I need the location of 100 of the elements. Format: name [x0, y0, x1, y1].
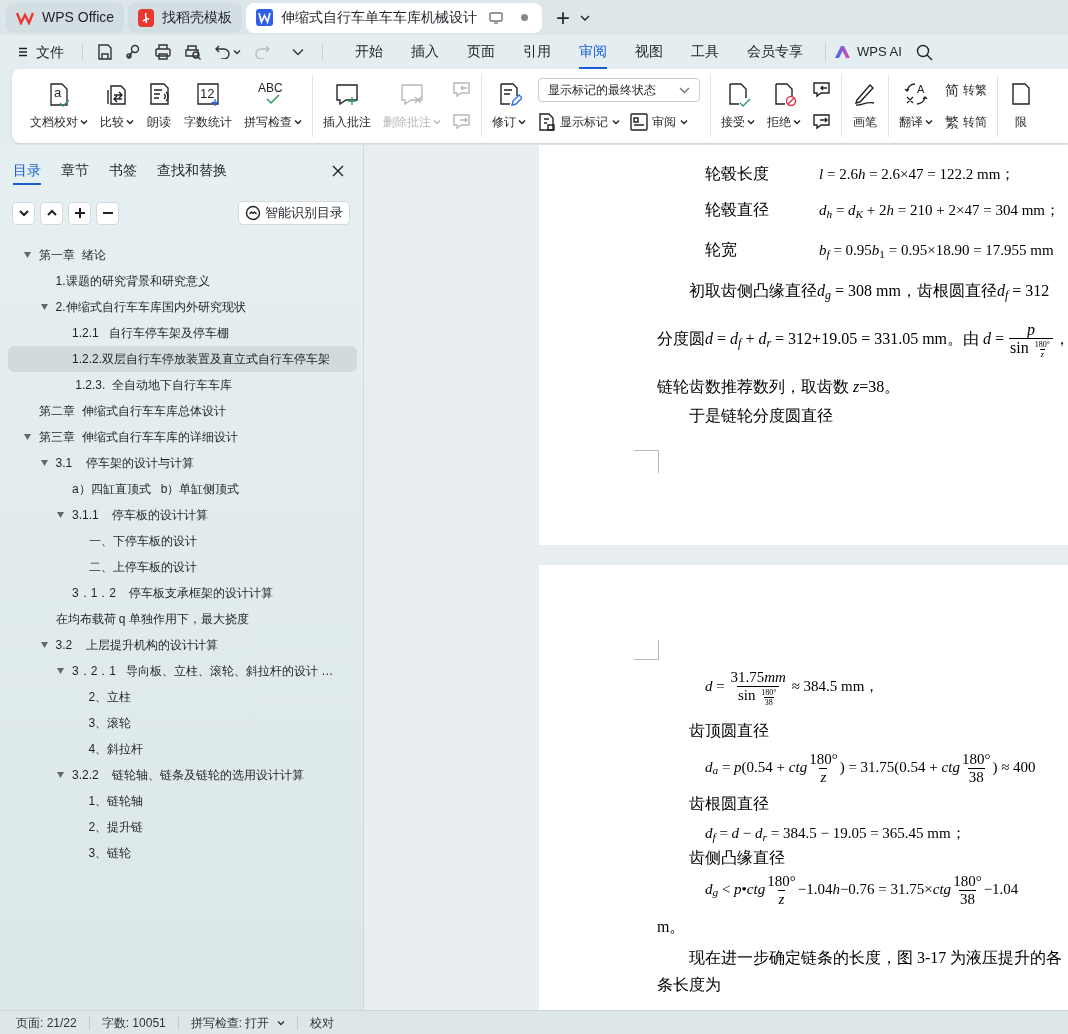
outline-item[interactable]: 1、链轮轴 [8, 788, 357, 814]
paragraph: m。 [657, 917, 686, 937]
outline-item[interactable]: 一、下停车板的设计 [8, 528, 357, 554]
outline-item[interactable]: 3.2 上层提升机构的设计计算 [8, 632, 357, 658]
ribbon-button[interactable]: 12 字数统计 [180, 69, 236, 143]
outline-item[interactable]: 在均布载荷 q 单独作用下，最大挠度 [8, 606, 357, 632]
undo-icon[interactable] [215, 45, 230, 59]
outline-item[interactable]: 3.1 停车架的设计与计算 [8, 450, 357, 476]
expanded-triangle-icon [56, 771, 65, 779]
outline-item[interactable]: 1.2.1 自行车停车架及停车棚 [8, 320, 357, 346]
ai-button[interactable]: WPS AI [834, 42, 902, 62]
status-text: 校对 [309, 1014, 336, 1032]
close-icon[interactable] [332, 165, 344, 177]
ribbon-button[interactable]: ABC 拼写检查 [240, 69, 306, 143]
outline-item[interactable]: a）四缸直顶式 b）单缸侧顶式 [8, 476, 357, 502]
ribbon-button[interactable]: 比较 [96, 69, 138, 143]
print-preview-icon[interactable] [185, 44, 201, 60]
outline-item[interactable]: 1.课题的研究背景和研究意义 [8, 268, 357, 294]
outline-item[interactable]: 3.2.2 链轮轴、链条及链轮的选用设计计算 [8, 762, 357, 788]
formula-label: 轮宽 [705, 240, 738, 260]
save-icon[interactable] [97, 44, 112, 60]
ribbon-tab[interactable]: 工具 [691, 35, 719, 69]
ribbon-button[interactable]: 画笔 [848, 69, 882, 143]
caret-icon [680, 119, 688, 125]
outline-item[interactable]: 二、上停车板的设计 [8, 554, 357, 580]
expanded-triangle-icon [39, 303, 49, 311]
ribbon-button[interactable]: 朗读 [142, 69, 176, 143]
document-logo-icon [256, 9, 274, 26]
outline-tool-button[interactable] [12, 201, 35, 225]
ribbon-button[interactable]: 接受 [717, 69, 759, 143]
app-tab[interactable]: 伸缩式自行车单车车库机械设计 [246, 2, 543, 33]
ribbon-button[interactable]: a 文档校对 [26, 69, 92, 143]
outline-item[interactable]: 3.1.1 停车板的设计计算 [8, 502, 357, 528]
comment-arrow-left-icon[interactable] [813, 81, 831, 99]
app-tab[interactable]: WPS Office [6, 2, 125, 33]
outline-tool-button[interactable] [40, 201, 63, 225]
ribbon-tab[interactable]: 页面 [467, 35, 495, 69]
caret-icon [793, 119, 801, 125]
caret-icon [294, 119, 302, 125]
file-menu-button[interactable]: 文件 [18, 41, 64, 63]
caret-icon [433, 119, 441, 125]
chevron-down-icon[interactable] [292, 48, 304, 56]
outline-item[interactable]: 3、滚轮 [8, 710, 357, 736]
paragraph: 于是链轮分度圆直径 [689, 406, 833, 426]
panel-tab[interactable]: 查找和替换 [157, 157, 227, 185]
outline-item[interactable]: 4、斜拉杆 [8, 736, 357, 762]
outline-item[interactable]: 第二章 伸缩式自行车车库总体设计 [8, 398, 357, 424]
menu-icon [18, 47, 28, 57]
ribbon-tab[interactable]: 引用 [523, 35, 551, 69]
ribbon-button[interactable]: 限 [1004, 69, 1038, 143]
paragraph: 初取齿侧凸缘直径d$_{g}$ = 308 mm，齿根圆直径d$_{f}$ = 312 [689, 281, 1050, 303]
chevron-down-icon[interactable] [580, 13, 591, 22]
expanded-triangle-icon [39, 641, 49, 649]
ribbon-button[interactable]: 繁 转简 [945, 110, 987, 134]
ribbon-button[interactable]: 审阅 [630, 110, 688, 134]
paragraph: 齿顶圆直径 [689, 721, 769, 741]
panel-tab[interactable]: 书签 [109, 157, 137, 185]
outline-item[interactable]: 第一章 绪论 [8, 242, 357, 268]
outline-item[interactable]: 3．1．2 停车板支承框架的设计计算 [8, 580, 357, 606]
expanded-triangle-icon [56, 511, 65, 519]
panel-tab[interactable]: 目录 [13, 157, 41, 185]
ribbon-button[interactable]: 拒绝 [763, 69, 805, 143]
ai-logo-icon [834, 45, 852, 59]
ribbon-tab[interactable]: 会员专享 [747, 35, 803, 69]
outline-tool-button[interactable] [68, 201, 91, 225]
outline-item[interactable]: 2、提升链 [8, 814, 357, 840]
formula: d$_{f}$ = d − d$_{r}$ = 384.5 − 19.05 = 365.45 mm； [705, 823, 966, 845]
ribbon-button[interactable]: 显示标记 [538, 110, 620, 134]
ribbon-tab[interactable]: 插入 [411, 35, 439, 69]
outline-item[interactable]: 1.2.2.双层自行车停放装置及直立式自行车停车架 [8, 346, 357, 372]
panel-tab[interactable]: 章节 [61, 157, 89, 185]
ribbon-button[interactable]: 修订 [488, 69, 530, 143]
markup-dropdown[interactable]: 显示标记的最终状态 [538, 78, 700, 102]
ribbon-tab[interactable]: 开始 [355, 35, 383, 69]
redo-icon [255, 45, 270, 59]
smart-toc-button[interactable]: 智能识别目录 [238, 201, 350, 225]
expanded-triangle-icon [23, 433, 32, 441]
outline-item[interactable]: 2.伸缩式自行车车库国内外研究现状 [8, 294, 357, 320]
outline-item[interactable]: 1.2.3. 全自动地下自行车车库 [8, 372, 357, 398]
comment-arrow-right-icon[interactable] [813, 113, 831, 131]
caret-icon [518, 119, 526, 125]
app-tab[interactable]: 找稻壳模板 [128, 2, 243, 33]
outline-item[interactable]: 3．2．1 导向板、立柱、滚轮、斜拉杆的设计 … [8, 658, 357, 684]
new-tab-button[interactable]: + [556, 5, 571, 30]
ribbon-button[interactable]: A 翻译 [895, 69, 937, 143]
outline-item[interactable]: 第三章 伸缩式自行车车库的详细设计 [8, 424, 357, 450]
outline-tool-button[interactable] [96, 201, 119, 225]
spell-check-status[interactable]: 拼写检查: 打开 [178, 1013, 298, 1032]
ribbon-tab[interactable]: 视图 [635, 35, 663, 69]
plus-icon [72, 206, 87, 220]
expanded-triangle-icon [39, 459, 49, 467]
ribbon-button[interactable]: 插入批注 [319, 69, 375, 143]
outline-item[interactable]: 3、链轮 [8, 840, 357, 866]
formula: l = 2.6h = 2.6×47 = 122.2 mm； [819, 164, 1016, 184]
status-text: 页面: 21/22 [15, 1014, 78, 1032]
flame-logo-icon [138, 8, 155, 27]
printer-icon[interactable] [155, 44, 171, 60]
outline-item[interactable]: 2、立柱 [8, 684, 357, 710]
search-icon[interactable] [915, 43, 933, 61]
ribbon-button[interactable]: 简 转繁 [945, 78, 987, 102]
